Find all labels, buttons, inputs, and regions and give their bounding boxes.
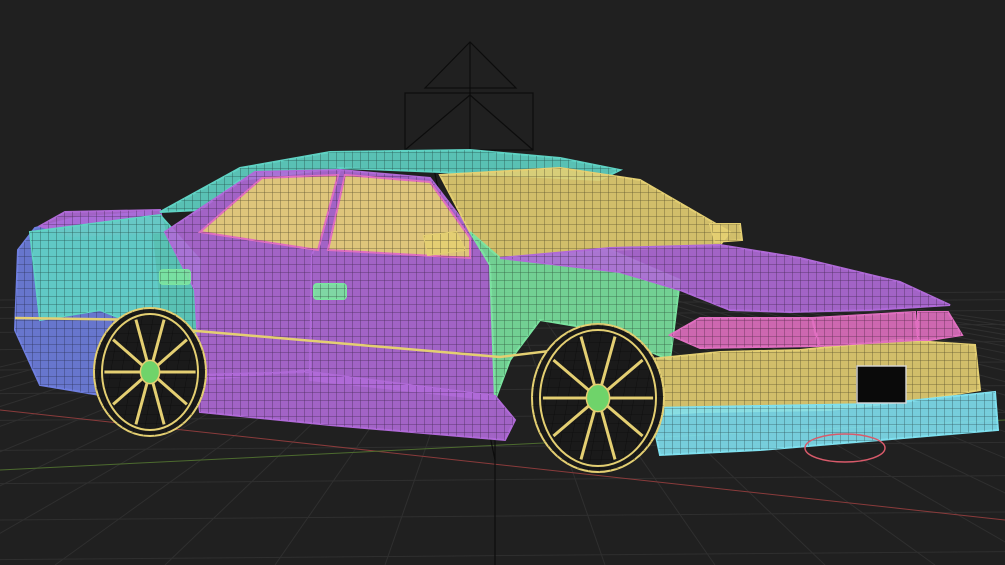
license-plate <box>856 365 907 404</box>
3d-viewport[interactable] <box>0 0 1005 565</box>
front-wheel <box>531 323 665 473</box>
grid-line <box>0 511 1005 521</box>
rear-wheel <box>93 307 207 437</box>
grid-line <box>0 551 1005 561</box>
grid-line <box>0 475 1005 485</box>
car-wireframe-model[interactable] <box>13 148 1000 473</box>
